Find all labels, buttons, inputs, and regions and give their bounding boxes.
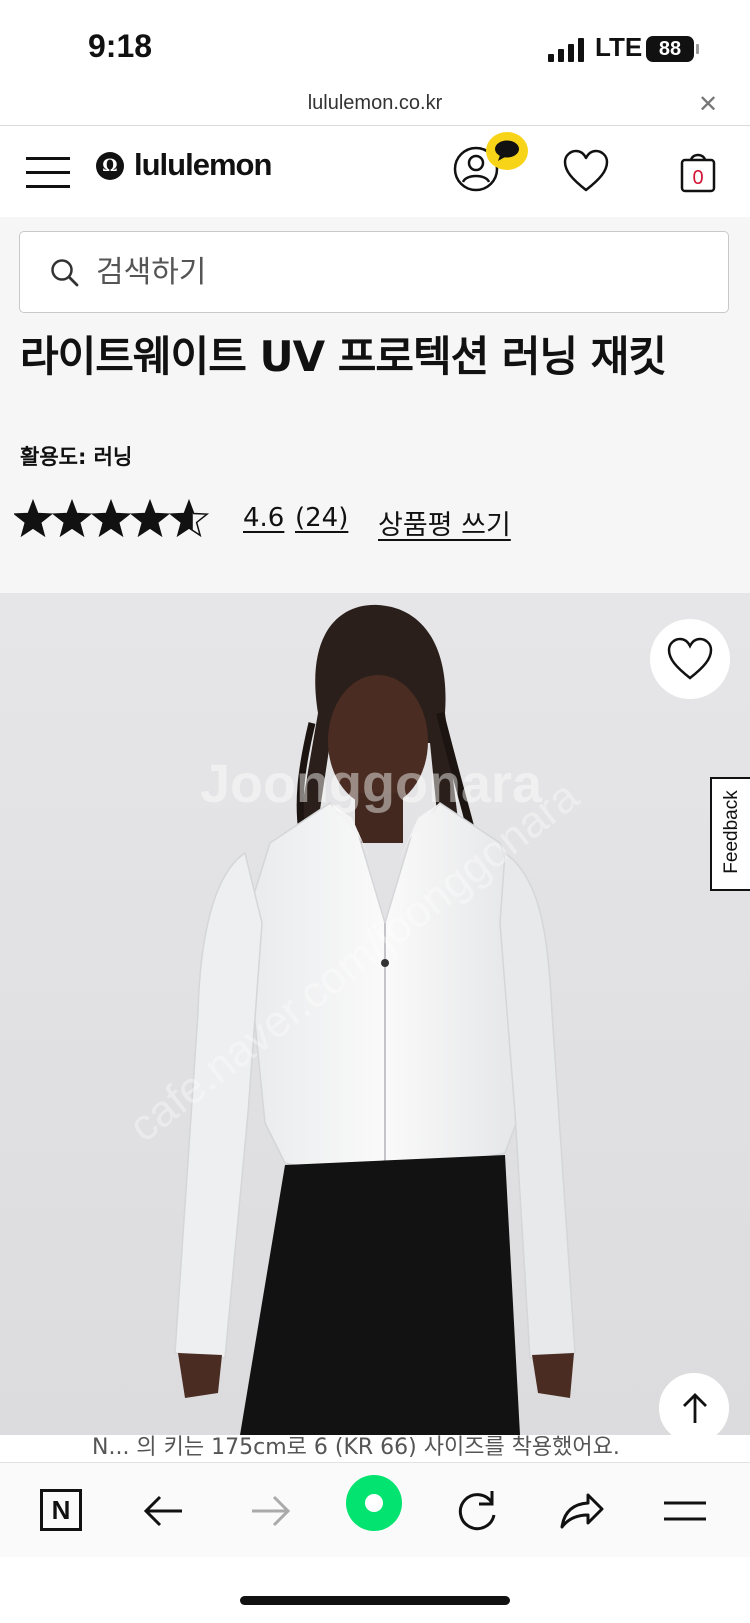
search-icon xyxy=(51,259,79,287)
product-activity: 활용도: 러닝 xyxy=(20,445,133,469)
star-icon xyxy=(131,501,169,536)
feedback-tab[interactable]: Feedback xyxy=(710,777,750,891)
green-dot-icon xyxy=(346,1475,402,1531)
chat-icon[interactable] xyxy=(486,132,528,170)
close-icon[interactable]: ✕ xyxy=(698,90,718,118)
url-text[interactable]: lululemon.co.kr xyxy=(0,92,750,115)
share-icon xyxy=(560,1493,604,1529)
browser-url-bar[interactable]: lululemon.co.kr ✕ xyxy=(0,86,750,126)
product-title: 라이트웨이트 UV 프로텍션 러닝 재킷 xyxy=(20,332,667,381)
battery-icon: 88 xyxy=(646,36,694,62)
status-bar: 9:18 LTE 88 xyxy=(0,0,750,90)
model-photo xyxy=(0,593,750,1435)
share-button[interactable] xyxy=(552,1483,612,1539)
home-indicator xyxy=(240,1596,510,1605)
heart-icon[interactable] xyxy=(562,149,610,193)
watermark-brand: Joonggonara xyxy=(200,754,543,814)
menu-icon[interactable] xyxy=(26,157,70,189)
browser-bottom-bar: N xyxy=(0,1462,750,1557)
menu-icon xyxy=(664,1501,706,1521)
write-review-link[interactable]: 상품평 쓰기 xyxy=(378,503,511,542)
search-section xyxy=(0,217,750,317)
refresh-button[interactable] xyxy=(448,1483,508,1539)
star-icon xyxy=(53,501,91,536)
review-count[interactable]: (24) xyxy=(295,503,348,533)
star-icon xyxy=(92,501,130,536)
rating-value[interactable]: 4.6 xyxy=(243,503,284,533)
signal-icon xyxy=(548,38,586,62)
product-image[interactable]: Joonggonara cafe.naver.com/joonggonara xyxy=(0,593,750,1435)
brand-logo[interactable]: lululemon xyxy=(134,147,272,183)
battery-cap xyxy=(696,44,699,54)
scroll-top-button[interactable] xyxy=(658,1372,730,1444)
rating-stars[interactable] xyxy=(14,497,214,541)
browser-menu-button[interactable] xyxy=(656,1483,716,1539)
heart-icon xyxy=(667,637,713,680)
network-label: LTE xyxy=(595,32,643,62)
back-arrow-icon xyxy=(143,1495,182,1527)
forward-arrow-icon xyxy=(252,1495,291,1527)
star-icon xyxy=(14,501,52,536)
wishlist-button[interactable] xyxy=(650,619,730,699)
cart-count: 0 xyxy=(692,167,704,189)
logo-mark[interactable]: Ω xyxy=(96,152,124,180)
status-time: 9:18 xyxy=(88,28,153,64)
forward-button[interactable] xyxy=(240,1483,300,1539)
green-dot-button[interactable] xyxy=(346,1475,402,1531)
feedback-label[interactable]: Feedback xyxy=(721,782,743,882)
naver-logo-icon: N xyxy=(40,1489,82,1531)
refresh-icon xyxy=(458,1491,496,1531)
arrow-up-icon xyxy=(683,1393,707,1423)
search-input[interactable] xyxy=(96,250,696,294)
image-caption: N... 의 키는 175cm로 6 (KR 66) 사이즈를 착용했어요. xyxy=(0,1435,750,1461)
product-info: 라이트웨이트 UV 프로텍션 러닝 재킷 활용도: 러닝 4.6 (24) 상품… xyxy=(0,317,750,593)
image-caption-text: N... 의 키는 175cm로 6 (KR 66) 사이즈를 착용했어요. xyxy=(92,1435,620,1460)
site-header: Ω lululemon 0 xyxy=(0,127,750,217)
naver-logo-button[interactable]: N xyxy=(32,1483,92,1539)
search-box[interactable] xyxy=(19,231,729,313)
back-button[interactable] xyxy=(136,1483,196,1539)
